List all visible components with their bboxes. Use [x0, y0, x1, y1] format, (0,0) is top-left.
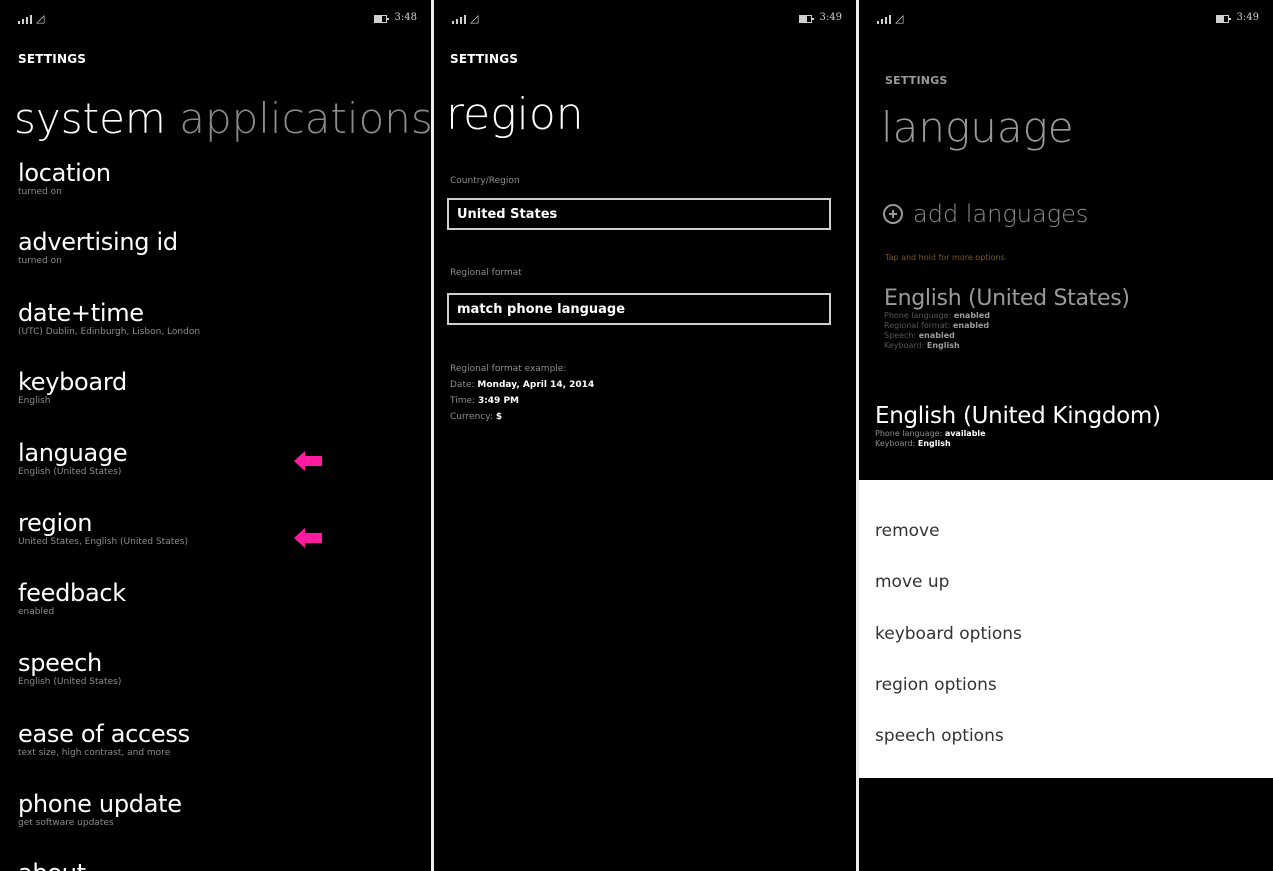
app-title: SETTINGS [450, 52, 519, 66]
pivot-system[interactable]: system [14, 94, 166, 143]
country-select[interactable]: United States [447, 198, 831, 230]
status-time: 3:49 [819, 12, 842, 23]
example-time: Time: 3:49 PM [450, 396, 519, 406]
regional-format-select[interactable]: match phone language [447, 293, 831, 325]
language-name: English (United States) [884, 286, 1130, 311]
pointer-arrow-icon [294, 528, 322, 548]
wifi-icon: ◿ [36, 12, 45, 25]
plus-circle-icon [883, 204, 903, 224]
language-detail: Speech: enabled [884, 331, 955, 340]
list-item-title: location [18, 159, 111, 187]
list-item-title: feedback [18, 579, 126, 607]
date-label: Date: [450, 380, 475, 390]
list-item-subtitle: English (United States) [18, 677, 122, 687]
language-detail: Phone language: enabled [884, 311, 990, 320]
example-currency: Currency: $ [450, 412, 502, 422]
currency-value: $ [495, 412, 503, 422]
status-bar: ◿ 3:49 [452, 12, 842, 28]
system-settings-screen: ◿ 3:48 SETTINGS system applications loca… [0, 0, 431, 871]
list-item-subtitle: enabled [18, 607, 55, 617]
list-item-speech[interactable]: speech English (United States) [18, 650, 418, 687]
list-item-ease-of-access[interactable]: ease of access text size, high contrast,… [18, 721, 418, 758]
list-item-location[interactable]: location turned on [18, 160, 418, 197]
wifi-icon: ◿ [470, 12, 479, 25]
list-item-title: speech [18, 649, 102, 677]
list-item-title: about [18, 860, 418, 871]
status-bar: ◿ 3:49 [877, 12, 1259, 28]
signal-icon [452, 12, 466, 24]
language-item-en-gb[interactable]: English (United Kingdom) Phone language:… [875, 403, 1161, 449]
pivot-header: system applications [14, 98, 431, 140]
format-value: match phone language [457, 302, 626, 317]
list-item-about[interactable]: about [18, 860, 418, 871]
list-item-keyboard[interactable]: keyboard English [18, 369, 418, 406]
pivot-applications[interactable]: applications [179, 94, 431, 143]
list-item-advertising-id[interactable]: advertising id turned on [18, 229, 418, 266]
format-label: Regional format [450, 268, 522, 278]
list-item-subtitle: English [18, 396, 51, 406]
status-bar: ◿ 3:48 [18, 12, 417, 28]
status-time: 3:49 [1236, 12, 1259, 23]
language-name: English (United Kingdom) [875, 403, 1161, 429]
list-item-language[interactable]: language English (United States) [18, 440, 418, 477]
menu-item-move-up[interactable]: move up [875, 572, 949, 592]
list-item-subtitle: United States, English (United States) [18, 537, 188, 547]
language-detail: Keyboard: English [875, 439, 951, 448]
add-languages-button[interactable]: add languages [883, 200, 1088, 228]
page-title: region [446, 89, 584, 140]
region-settings-screen: ◿ 3:49 SETTINGS region Country/Region Un… [434, 0, 856, 871]
hint-text: Tap and hold for more options [885, 253, 1005, 262]
list-item-subtitle: text size, high contrast, and more [18, 748, 171, 758]
battery-icon [1216, 15, 1231, 23]
menu-item-region-options[interactable]: region options [875, 675, 997, 695]
app-title: SETTINGS [885, 74, 948, 87]
list-item-title: ease of access [18, 720, 190, 748]
add-languages-label: add languages [913, 200, 1089, 228]
list-item-phone-update[interactable]: phone update get software updates [18, 791, 418, 828]
list-item-subtitle: turned on [18, 187, 62, 197]
list-item-subtitle: turned on [18, 256, 62, 266]
list-item-subtitle: (UTC) Dublin, Edinburgh, Lisbon, London [18, 327, 201, 337]
menu-item-remove[interactable]: remove [875, 521, 940, 541]
country-value: United States [457, 207, 558, 222]
list-item-date-time[interactable]: date+time (UTC) Dublin, Edinburgh, Lisbo… [18, 300, 418, 337]
list-item-feedback[interactable]: feedback enabled [18, 580, 418, 617]
language-detail: Phone language: available [875, 429, 986, 438]
status-time: 3:48 [394, 12, 417, 23]
list-item-title: language [18, 439, 128, 467]
signal-icon [18, 12, 32, 24]
app-title: SETTINGS [18, 52, 87, 66]
signal-icon [877, 12, 891, 24]
context-menu: remove move up keyboard options region o… [859, 480, 1273, 778]
example-heading: Regional format example: [450, 364, 567, 374]
battery-icon [799, 15, 814, 23]
list-item-title: phone update [18, 790, 182, 818]
list-item-title: region [18, 509, 93, 537]
list-item-subtitle: get software updates [18, 818, 114, 828]
list-item-title: date+time [18, 299, 144, 327]
list-item-region[interactable]: region United States, English (United St… [18, 510, 418, 547]
page-title: language [881, 103, 1074, 152]
language-item-en-us[interactable]: English (United States) Phone language: … [884, 286, 1130, 351]
language-detail: Keyboard: English [884, 341, 960, 350]
list-item-title: keyboard [18, 368, 127, 396]
wifi-icon: ◿ [895, 12, 904, 25]
language-settings-screen: ◿ 3:49 SETTINGS language add languages T… [859, 0, 1273, 871]
pointer-arrow-icon [294, 451, 322, 471]
time-value: 3:49 PM [477, 396, 520, 406]
list-item-title: advertising id [18, 228, 178, 256]
date-value: Monday, April 14, 2014 [477, 380, 595, 390]
example-date: Date: Monday, April 14, 2014 [450, 380, 594, 390]
menu-item-speech-options[interactable]: speech options [875, 726, 1004, 746]
battery-icon [374, 15, 389, 23]
time-label: Time: [450, 396, 476, 406]
currency-label: Currency: [450, 412, 493, 422]
country-label: Country/Region [450, 176, 520, 186]
list-item-subtitle: English (United States) [18, 467, 122, 477]
menu-item-keyboard-options[interactable]: keyboard options [875, 624, 1022, 644]
language-detail: Regional format: enabled [884, 321, 990, 330]
